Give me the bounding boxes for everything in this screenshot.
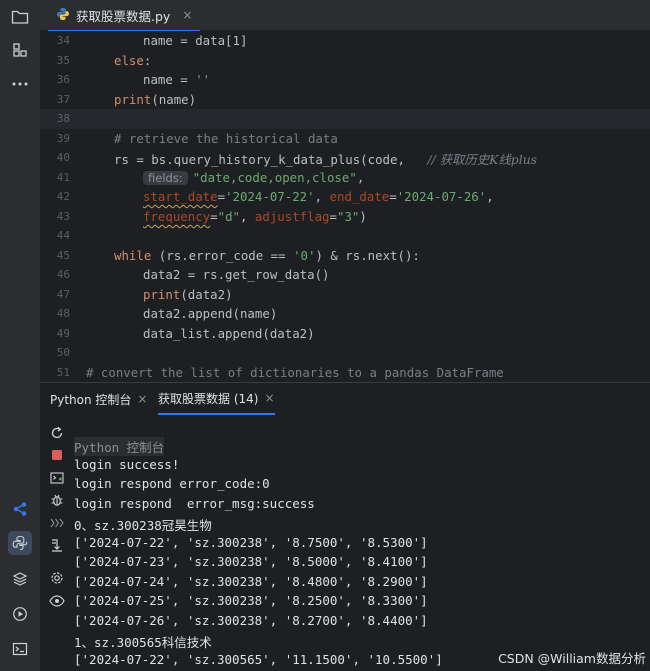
tool-window-bar [0, 0, 41, 671]
code-line-51: # convert the list of dictionaries to a … [86, 365, 504, 380]
editor-tab-bar: 获取股票数据.py × [40, 0, 650, 32]
code-line-35: else: [114, 53, 152, 68]
watermark: CSDN @William数据分析 [498, 651, 646, 666]
console-toolbar [40, 415, 74, 671]
view-icon[interactable] [48, 592, 66, 610]
code-line-40: rs = bs.query_history_k_data_plus(code, … [114, 152, 538, 167]
tab-run-output[interactable]: 获取股票数据 (14) × [158, 383, 275, 415]
console-tab-bar: Python 控制台 × 获取股票数据 (14) × [40, 382, 650, 415]
line-number: 49 [56, 327, 70, 340]
code-line-46: data2 = rs.get_row_data() [143, 267, 330, 282]
code-line-37: print(name) [114, 92, 197, 107]
editor-file-tab[interactable]: 获取股票数据.py × [48, 0, 201, 32]
console-line: ['2024-07-22', 'sz.300565', '11.1500', '… [74, 652, 443, 667]
code-line-48: data2.append(name) [143, 306, 278, 321]
line-number: 51 [56, 366, 70, 379]
code-line-47: print(data2) [143, 287, 233, 302]
tab-python-console[interactable]: Python 控制台 × [50, 383, 147, 415]
console-line: login success! [74, 457, 180, 472]
code-line-36: name = '' [143, 72, 211, 87]
python-console-icon[interactable] [8, 531, 32, 555]
line-number: 44 [56, 229, 70, 242]
line-number: 48 [56, 307, 70, 320]
line-number: 38 [56, 112, 70, 125]
structure-icon[interactable] [8, 38, 32, 62]
parameter-hint: fields: [143, 171, 188, 185]
code-line-45: while (rs.error_code == '0') & rs.next()… [114, 248, 420, 263]
stop-icon[interactable] [48, 446, 66, 464]
console-line: ['2024-07-25', 'sz.300238', '8.2500', '8… [74, 593, 428, 608]
code-line-41: fields: "date,code,open,close", [143, 170, 364, 185]
code-line-42: start_date='2024-07-22', end_date='2024-… [143, 189, 494, 204]
code-line-34: name = data[1] [143, 33, 248, 48]
console-line: ['2024-07-24', 'sz.300238', '8.4800', '8… [74, 574, 428, 589]
chevrons-icon[interactable] [48, 514, 66, 532]
share-icon[interactable] [8, 497, 32, 521]
line-number: 41 [56, 171, 70, 184]
code-line-39: # retrieve the historical data [114, 131, 338, 146]
line-number: 39 [56, 132, 70, 145]
line-number: 45 [56, 249, 70, 262]
debug-icon[interactable] [48, 491, 66, 509]
console-run-icon[interactable] [48, 469, 66, 487]
rerun-icon[interactable] [48, 424, 66, 442]
more-icon[interactable] [8, 72, 32, 96]
run-icon[interactable] [8, 602, 32, 626]
console-line: 1、sz.300565科信技术 [74, 635, 212, 650]
line-number: 34 [56, 34, 70, 47]
current-line-highlight [40, 109, 650, 129]
tab-run-output-label: 获取股票数据 (14) [158, 391, 259, 406]
close-icon[interactable]: × [264, 391, 274, 405]
console-line: 0、sz.300238冠昊生物 [74, 518, 212, 533]
tab-python-console-label: Python 控制台 [50, 392, 132, 407]
console-line: login respond error_msg:success [74, 496, 315, 511]
line-number: 36 [56, 73, 70, 86]
line-number: 37 [56, 93, 70, 106]
console-line: ['2024-07-22', 'sz.300238', '8.7500', '8… [74, 535, 428, 550]
console-line: ['2024-07-26', 'sz.300238', '8.2700', '8… [74, 613, 428, 628]
line-number: 42 [56, 190, 70, 203]
console-title-line: Python 控制台 [74, 437, 165, 456]
console-line: ['2024-07-23', 'sz.300238', '8.5000', '8… [74, 554, 428, 569]
terminal-icon[interactable] [8, 637, 32, 661]
console-output[interactable]: Python 控制台 login success! login respond … [74, 415, 650, 671]
settings-icon[interactable] [48, 569, 66, 587]
editor-file-tab-label: 获取股票数据.py [76, 8, 171, 24]
close-icon[interactable]: × [137, 392, 147, 406]
line-number: 40 [56, 151, 70, 164]
code-editor[interactable]: 34 35 36 37 38 39 40 41 42 43 44 45 46 4… [40, 31, 650, 381]
line-number: 50 [56, 346, 70, 359]
code-line-43: frequency="d", adjustflag="3") [143, 209, 367, 224]
code-line-49: data_list.append(data2) [143, 326, 315, 341]
line-number: 43 [56, 210, 70, 223]
line-number: 46 [56, 268, 70, 281]
scroll-to-end-icon[interactable] [48, 536, 66, 554]
python-file-icon [56, 6, 70, 25]
folder-icon[interactable] [8, 5, 32, 29]
line-number: 35 [56, 54, 70, 67]
close-icon[interactable]: × [182, 8, 192, 22]
line-number: 47 [56, 288, 70, 301]
layers-icon[interactable] [8, 567, 32, 591]
console-line: login respond error_code:0 [74, 476, 270, 491]
